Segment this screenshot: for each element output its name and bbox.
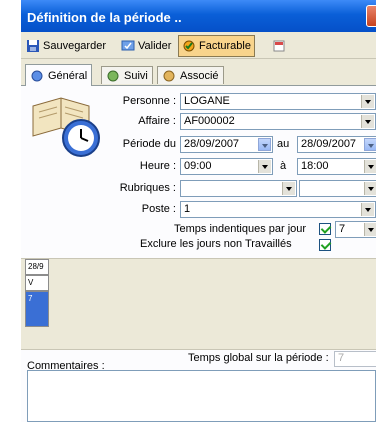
tab-suivi-label: Suivi <box>124 69 148 82</box>
date-from-value: 28/09/2007 <box>184 138 240 150</box>
tab-associe-label: Associé <box>180 69 219 82</box>
billable-label: Facturable <box>199 40 251 52</box>
tab-general[interactable]: Général <box>25 64 93 86</box>
tab-general-label: Général <box>48 69 88 82</box>
poste-dropdown-icon[interactable] <box>361 203 374 216</box>
affaire-value: AF000002 <box>184 115 235 127</box>
time-from-dropdown-icon[interactable] <box>258 160 271 173</box>
periode-label: Période du <box>122 138 176 150</box>
billable-button[interactable]: Facturable <box>178 35 255 57</box>
time-from-field[interactable]: 09:00 <box>180 158 273 175</box>
poste-value: 1 <box>184 203 191 215</box>
affaire-field[interactable]: AF000002 <box>180 113 376 130</box>
calendar-hours: 7 <box>28 294 33 303</box>
identical-time-value-field[interactable]: 7 <box>335 221 376 238</box>
date-to-value: 28/09/2007 <box>301 138 357 150</box>
rubriques-label: Rubriques : <box>119 182 176 194</box>
period-dialog: Définition de la période .. Sauvegarder … <box>21 0 376 422</box>
date-from-calendar-icon[interactable] <box>258 138 271 151</box>
rubriques-field-2[interactable] <box>299 180 376 197</box>
general-tab-icon <box>31 70 43 81</box>
rubriques-2-dropdown-icon[interactable] <box>364 182 376 195</box>
associe-tab-icon <box>163 70 175 81</box>
poste-field[interactable]: 1 <box>180 201 376 218</box>
calendar-day-cell: V <box>25 275 49 291</box>
date-to-field[interactable]: 28/09/2007 <box>297 136 376 153</box>
total-time-value: 7 <box>338 352 345 364</box>
time-to-field[interactable]: 18:00 <box>297 158 376 175</box>
calendar-date-cell: 28/9 <box>25 259 49 275</box>
poste-label: Poste : <box>141 203 176 215</box>
calendar-day: V <box>28 278 34 287</box>
affaire-dropdown-icon[interactable] <box>361 115 374 128</box>
print-button[interactable] <box>269 37 289 55</box>
time-from-value: 09:00 <box>184 160 212 172</box>
personne-dropdown-icon[interactable] <box>361 95 374 108</box>
total-time-label: Temps global sur la période : <box>188 352 329 364</box>
identical-time-checkbox[interactable] <box>319 223 331 235</box>
window-title: Définition de la période .. <box>27 10 182 25</box>
date-to-calendar-icon[interactable] <box>364 138 376 151</box>
toolbar: Sauvegarder Valider Facturable <box>21 33 376 59</box>
exclude-days-label: Exclure les jours non Travaillés <box>140 238 292 250</box>
total-time-field: 7 <box>334 351 376 367</box>
tab-associe[interactable]: Associé <box>157 66 224 84</box>
tab-strip: Général Suivi Associé <box>21 64 376 86</box>
billable-icon <box>183 40 195 52</box>
a-label: à <box>280 160 287 172</box>
heure-label: Heure : <box>139 160 176 172</box>
calendar-grid: 28/9 V 7 <box>21 258 376 350</box>
tab-suivi[interactable]: Suivi <box>101 66 153 84</box>
exclude-days-checkbox[interactable] <box>319 239 331 251</box>
identical-time-dropdown-icon[interactable] <box>364 223 376 236</box>
calendar-hours-cell[interactable]: 7 <box>25 291 49 327</box>
identical-time-label: Temps indentiques par jour <box>174 223 307 235</box>
affaire-label: Affaire : <box>138 115 176 127</box>
calendar-date: 28/9 <box>28 262 44 271</box>
save-label: Sauvegarder <box>43 40 106 52</box>
calendar-clock-icon <box>32 97 100 157</box>
floppy-disk-icon <box>27 40 39 52</box>
rubriques-field-1[interactable] <box>180 180 297 197</box>
rubriques-1-dropdown-icon[interactable] <box>282 182 295 195</box>
personne-value: LOGANE <box>184 95 230 107</box>
validate-label: Valider <box>138 40 172 52</box>
suivi-tab-icon <box>107 70 119 81</box>
identical-time-value: 7 <box>339 223 346 235</box>
au-label: au <box>277 138 290 150</box>
personne-label: Personne : <box>122 95 176 107</box>
time-to-dropdown-icon[interactable] <box>364 160 376 173</box>
save-button[interactable]: Sauvegarder <box>23 37 109 55</box>
title-bar[interactable]: Définition de la période .. <box>21 0 376 32</box>
date-from-field[interactable]: 28/09/2007 <box>180 136 273 153</box>
validate-icon <box>121 40 135 51</box>
personne-field[interactable]: LOGANE <box>180 93 376 110</box>
comment-textarea[interactable] <box>27 370 376 422</box>
print-icon <box>273 40 285 52</box>
validate-button[interactable]: Valider <box>118 37 174 55</box>
close-button[interactable] <box>366 5 376 27</box>
time-to-value: 18:00 <box>301 160 329 172</box>
